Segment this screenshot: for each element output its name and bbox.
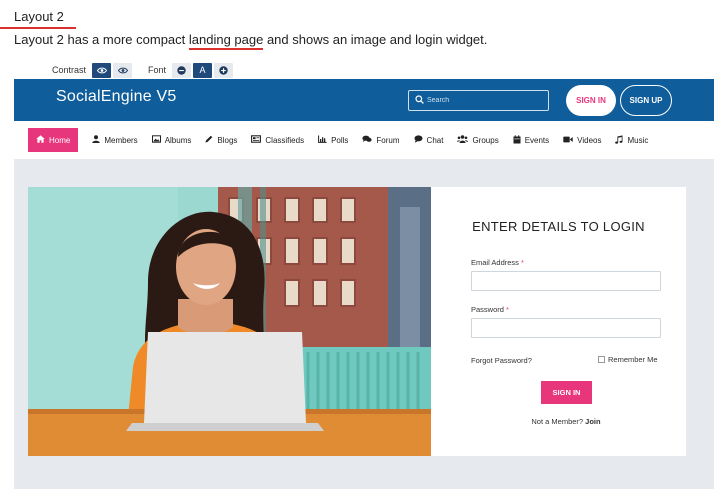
eye-icon xyxy=(117,67,128,73)
header-signup-button[interactable]: SIGN UP xyxy=(620,85,672,116)
login-title: ENTER DETAILS TO LOGIN xyxy=(472,219,645,234)
nav-label: Videos xyxy=(577,135,602,145)
minus-icon xyxy=(177,65,186,75)
not-member-text: Not a Member? xyxy=(531,417,584,426)
login-submit-button[interactable]: SIGN IN xyxy=(541,381,592,404)
video-icon xyxy=(563,135,573,145)
chat-icon xyxy=(414,135,423,145)
desc-text-before: Layout 2 has a more compact xyxy=(14,32,189,47)
nav-item-blogs[interactable]: Blogs xyxy=(205,128,237,152)
required-marker: * xyxy=(506,305,509,314)
image-icon xyxy=(151,135,161,145)
heading-underline xyxy=(0,27,76,29)
search-icon xyxy=(411,94,427,107)
nav-label: Music xyxy=(627,135,649,145)
nav-label: Polls xyxy=(331,135,349,145)
nav-label: Chat xyxy=(426,135,444,145)
accessibility-toolbar: Contrast Font A xyxy=(52,62,235,78)
password-label-text: Password xyxy=(471,305,504,314)
landing-page-link[interactable]: landing page xyxy=(188,32,264,50)
email-label: Email Address * xyxy=(471,258,524,267)
contrast-label: Contrast xyxy=(52,65,87,75)
landing-content: ENTER DETAILS TO LOGIN Email Address * P… xyxy=(14,159,714,489)
password-field[interactable] xyxy=(471,318,661,338)
nav-label: Classifieds xyxy=(265,135,305,145)
header-signin-button[interactable]: SIGN IN xyxy=(566,85,616,116)
nav-label: Members xyxy=(104,135,138,145)
nav-item-events[interactable]: Events xyxy=(513,128,549,152)
plus-icon xyxy=(219,65,228,75)
contrast-light-button[interactable] xyxy=(113,62,133,78)
newspaper-icon xyxy=(251,135,262,145)
nav-item-music[interactable]: Music xyxy=(615,128,648,152)
font-decrease-button[interactable] xyxy=(172,62,192,78)
nav-item-classifieds[interactable]: Classifieds xyxy=(251,128,304,152)
nav-label: Events xyxy=(524,135,550,145)
nav-item-forum[interactable]: Forum xyxy=(362,128,400,152)
home-icon xyxy=(36,135,45,145)
nav-item-members[interactable]: Members xyxy=(92,128,138,152)
contrast-dark-button[interactable] xyxy=(92,62,112,78)
site-header: SocialEngine V5 SIGN IN SIGN UP xyxy=(14,79,714,121)
eye-icon xyxy=(96,67,107,73)
nav-item-albums[interactable]: Albums xyxy=(151,128,192,152)
calendar-icon xyxy=(513,134,521,146)
pencil-icon xyxy=(205,135,213,145)
search-box[interactable] xyxy=(408,90,549,111)
nav-item-polls[interactable]: Polls xyxy=(318,128,348,152)
site-logo[interactable]: SocialEngine V5 xyxy=(56,88,176,106)
nav-label: Home xyxy=(49,135,71,145)
nav-label: Blogs xyxy=(217,135,238,145)
login-widget: ENTER DETAILS TO LOGIN Email Address * P… xyxy=(431,187,686,456)
hero-photo xyxy=(28,187,431,456)
doc-description: Layout 2 has a more compact landing page… xyxy=(14,32,488,50)
search-input[interactable] xyxy=(427,97,539,104)
font-reset-button[interactable]: A xyxy=(193,62,213,78)
users-icon xyxy=(457,135,469,145)
forgot-password-link[interactable]: Forgot Password? xyxy=(471,356,532,365)
signup-prompt: Not a Member? Join xyxy=(431,417,701,426)
font-label: Font xyxy=(148,65,167,75)
main-nav: Home Members Albums Blogs Classifieds Po… xyxy=(14,121,714,159)
comments-icon xyxy=(362,135,373,145)
nav-item-groups[interactable]: Groups xyxy=(457,128,499,152)
chart-icon xyxy=(318,135,327,145)
doc-heading: Layout 2 xyxy=(14,9,64,24)
user-icon xyxy=(92,135,101,145)
hero-card: ENTER DETAILS TO LOGIN Email Address * P… xyxy=(28,187,686,456)
email-field[interactable] xyxy=(471,271,661,291)
nav-label: Forum xyxy=(376,135,400,145)
nav-item-home[interactable]: Home xyxy=(28,128,79,152)
font-increase-button[interactable] xyxy=(214,62,234,78)
email-label-text: Email Address xyxy=(471,258,519,267)
nav-label: Albums xyxy=(164,135,192,145)
nav-item-chat[interactable]: Chat xyxy=(414,128,444,152)
site-preview: SocialEngine V5 SIGN IN SIGN UP Home Mem… xyxy=(14,79,714,489)
checkbox-box[interactable] xyxy=(598,356,605,363)
music-icon xyxy=(615,134,623,146)
nav-label: Groups xyxy=(472,135,499,145)
desc-text-after: and shows an image and login widget. xyxy=(263,32,488,47)
password-label: Password * xyxy=(471,305,509,314)
required-marker: * xyxy=(521,258,524,267)
remember-me-checkbox[interactable]: Remember Me xyxy=(598,355,658,364)
nav-item-videos[interactable]: Videos xyxy=(563,128,601,152)
remember-me-label: Remember Me xyxy=(608,355,658,364)
join-link[interactable]: Join xyxy=(585,417,600,426)
